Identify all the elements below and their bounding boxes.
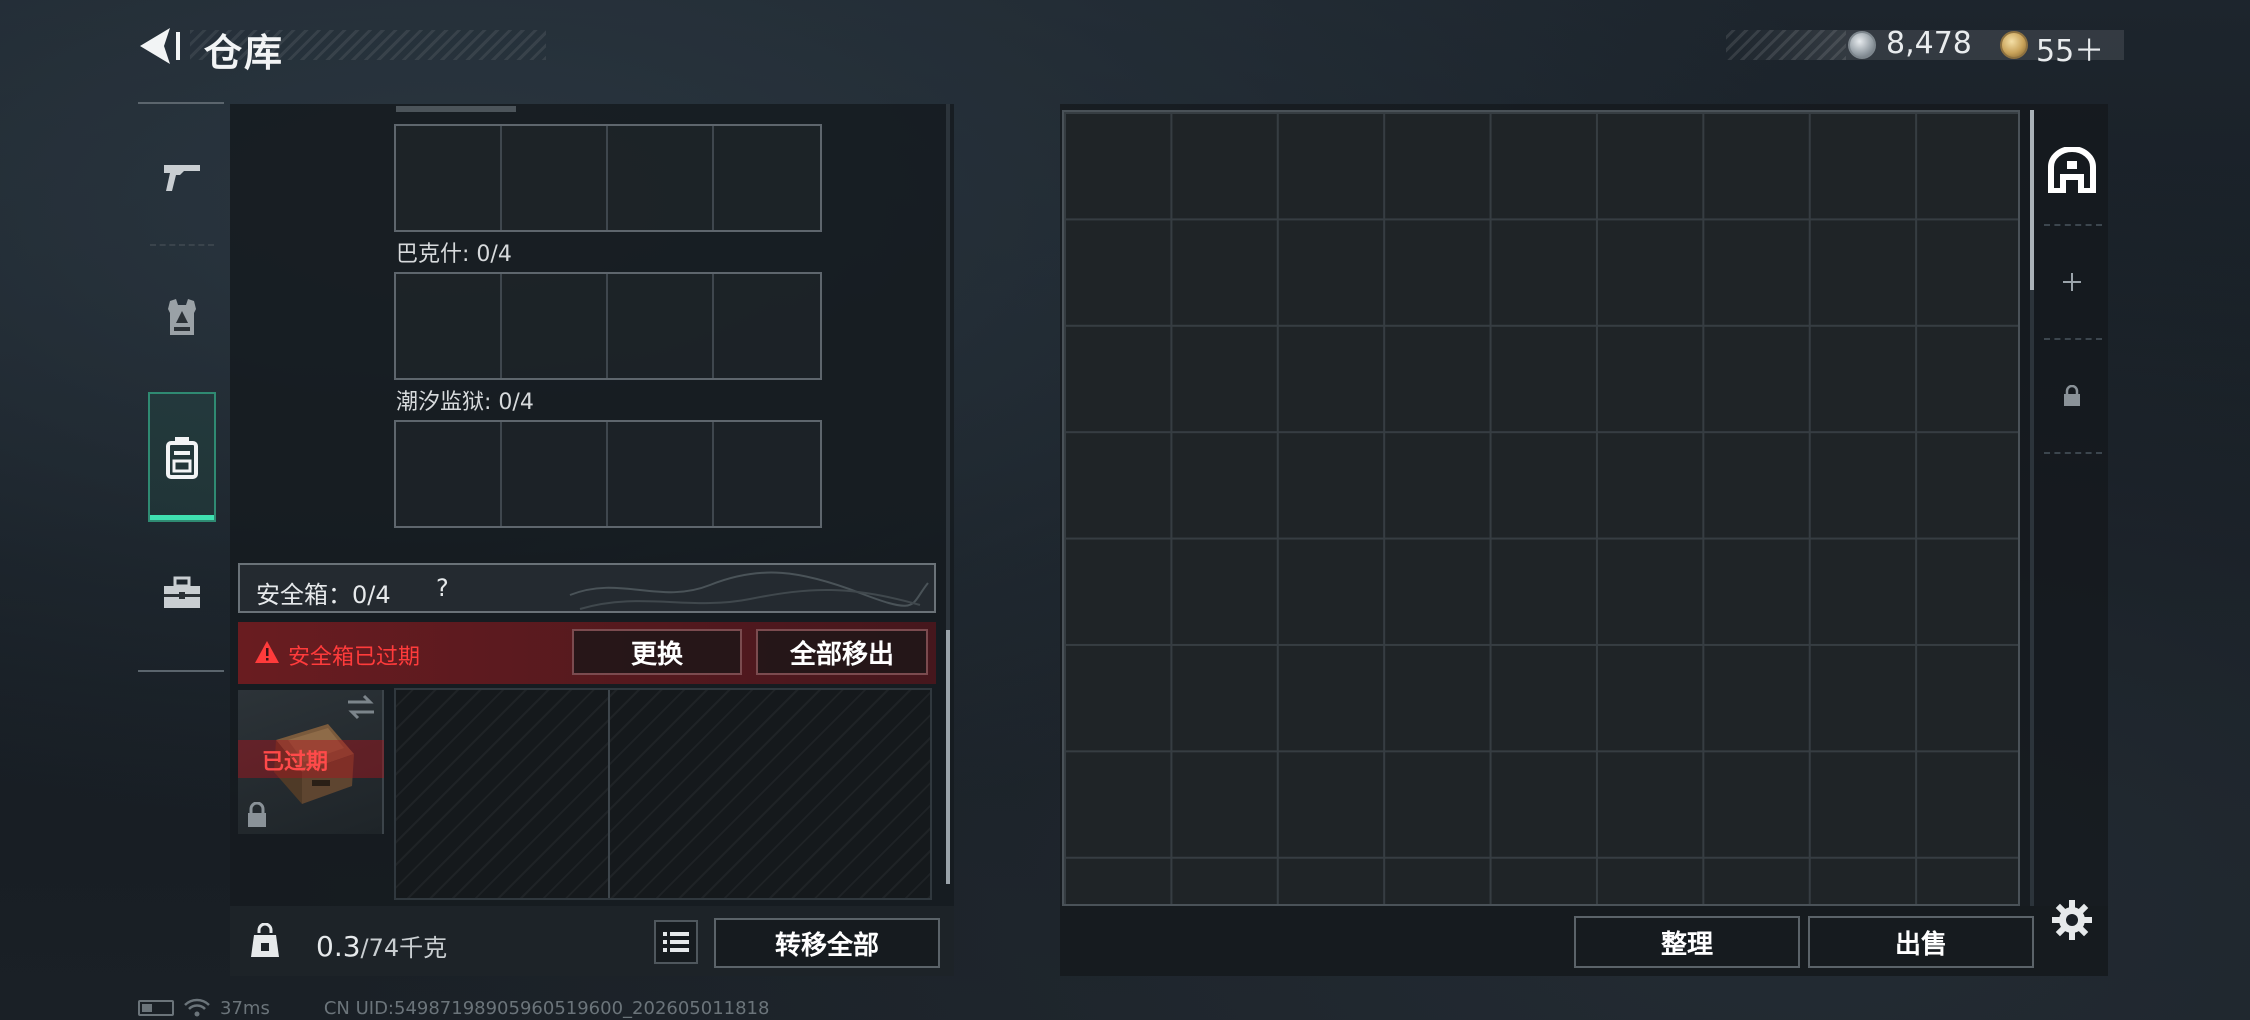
safebox-header: 安全箱：0/4 ? [238,563,936,613]
add-storage-tab-button[interactable] [2040,228,2104,336]
silver-coin-icon [1848,31,1876,59]
wifi-icon [184,998,210,1017]
safebox-expired-text: 安全箱已过期 [288,645,421,670]
grid-slot[interactable] [502,274,608,378]
container-slot-grid[interactable] [394,124,822,232]
gold-coin-amount[interactable]: 55＋ [2036,26,2104,70]
tidal-prison-slot-grid[interactable] [394,420,822,528]
category-column-bottom-line [138,670,224,672]
sort-button[interactable]: 整理 [1574,916,1800,968]
grid-slot[interactable] [608,274,714,378]
ping-text: 37ms [220,997,270,1019]
lock-icon [248,802,266,827]
plus-icon [2063,273,2081,291]
left-scrollbar-thumb[interactable] [946,630,950,884]
grid-slot[interactable] [714,126,820,230]
settings-gear-icon[interactable] [2050,898,2094,942]
bakesh-slot-grid[interactable] [394,272,822,380]
storage-tab-separator [2044,452,2102,454]
category-separator [150,244,214,246]
safebox-item-tile[interactable]: 已过期 [238,690,384,834]
grid-slot[interactable] [608,126,714,230]
grid-slot[interactable] [396,274,502,378]
page-title: 仓库 [204,31,285,75]
back-button[interactable] [136,24,186,68]
sell-button[interactable]: 出售 [1808,916,2034,968]
grid-slot[interactable] [502,422,608,526]
carry-weight: 0.3/74千克 [316,928,447,963]
weight-capacity: /74千克 [360,934,448,962]
list-icon [663,932,689,952]
transfer-all-button[interactable]: 转移全部 [714,918,940,968]
gold-coin-icon[interactable] [2000,31,2028,59]
uid-text: CN UID:54987198905960519600_202605011818 [323,997,770,1019]
list-view-button[interactable] [654,920,698,964]
toolbox-icon [164,576,200,608]
category-containers[interactable] [148,392,216,522]
weight-lock-button[interactable] [230,906,300,976]
grid-slot[interactable] [608,422,714,526]
storage-tab-separator [2044,338,2102,340]
lock-icon [2064,385,2080,406]
section-label-tidal-prison: 潮汐监狱: 0/4 [396,390,534,415]
silver-coin-amount: 8,478 [1886,26,1972,61]
category-tools[interactable] [148,548,216,638]
storage-grid[interactable] [1062,110,2020,906]
replace-safebox-button[interactable]: 更换 [572,629,742,675]
grid-slot[interactable] [502,126,608,230]
grid-slot[interactable] [396,422,502,526]
category-armor[interactable] [148,272,216,362]
weight-icon [251,923,279,957]
clipped-section-label [396,100,516,114]
battery-icon [138,1000,174,1016]
map-contour-decoration [569,571,929,610]
storage-scrollbar-thumb[interactable] [2030,110,2034,290]
grid-slot[interactable] [714,274,820,378]
warning-icon [255,641,279,663]
category-weapons[interactable] [148,132,216,222]
system-status-bar: 37ms CN UID:54987198905960519600_2026050… [138,996,769,1020]
swap-icon[interactable] [346,694,376,720]
pistol-icon [164,165,200,191]
carry-weight-bar: 0.3/74千克 转移全部 [230,906,954,976]
currency-bar-stripe [1726,30,1846,60]
back-arrow-icon [140,28,180,64]
safebox-help-button[interactable]: ? [436,574,449,602]
safebox-capacity: 安全箱：0/4 [256,581,391,609]
section-label-bakesh: 巴克什: 0/4 [396,242,512,267]
grid-slot[interactable] [396,126,502,230]
expired-badge: 已过期 [262,750,329,775]
backpack-icon [166,437,198,479]
vest-icon [168,299,196,335]
safebox-slot-grid[interactable] [394,688,932,900]
remove-all-button[interactable]: 全部移出 [756,629,928,675]
storage-tab-main[interactable] [2040,116,2104,224]
grid-slot[interactable] [714,422,820,526]
weight-current: 0.3 [316,930,361,963]
locked-storage-tab[interactable] [2040,342,2104,450]
safebox-slot-divider [608,690,610,898]
category-column-top-line [138,102,224,104]
storage-tab-separator [2044,224,2102,226]
warehouse-icon [2048,147,2096,193]
